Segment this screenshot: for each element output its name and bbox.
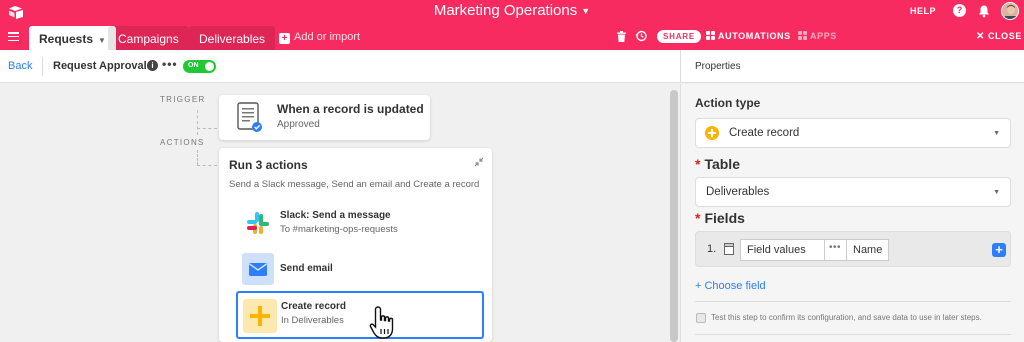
action-title: Send email [280, 263, 333, 274]
base-title-text: Marketing Operations [433, 2, 578, 19]
trigger-card[interactable]: When a record is updated Approved [219, 95, 430, 140]
action-subtitle: To #marketing-ops-requests [280, 224, 398, 235]
required-asterisk: * [695, 210, 701, 226]
divider [695, 301, 1011, 302]
chevron-down-icon: ▼ [581, 6, 591, 17]
trash-icon[interactable] [617, 31, 626, 42]
history-icon[interactable] [635, 30, 647, 42]
connector-line [197, 150, 198, 165]
action-title: Create record [281, 301, 347, 312]
base-title[interactable]: Marketing Operations ▼ [0, 2, 1024, 19]
plus-circle-icon [705, 126, 719, 140]
chevron-down-icon: ▼ [993, 189, 1000, 196]
automations-icon [706, 31, 715, 40]
automation-name[interactable]: Request Approvals [53, 60, 153, 72]
table-label-text: Table [704, 156, 740, 172]
tab-campaigns[interactable]: Campaigns [108, 26, 189, 50]
collapse-icon[interactable] [474, 157, 484, 167]
action-type-select[interactable]: Create record ▼ [695, 118, 1011, 148]
fields-label-text: Fields [704, 210, 745, 226]
user-avatar[interactable] [1001, 2, 1019, 20]
test-step-text: Test this step to confirm its configurat… [711, 313, 982, 322]
actions-section-label: ACTIONS [160, 138, 205, 147]
more-options-icon[interactable]: ••• [162, 57, 178, 71]
add-value-button[interactable]: + [992, 243, 1006, 257]
connector-line [197, 110, 198, 135]
properties-title: Properties [695, 61, 741, 72]
chevron-down-icon[interactable]: ▼ [98, 36, 106, 45]
actions-group-card[interactable]: Run 3 actions Send a Slack message, Send… [219, 148, 492, 342]
toggle-knob [205, 62, 214, 71]
test-checkbox[interactable] [696, 313, 706, 323]
tab-label: Requests [39, 32, 94, 46]
bell-icon[interactable] [977, 4, 991, 18]
create-record-icon-box [243, 299, 277, 333]
toggle-label: ON [188, 62, 199, 69]
action-type-value: Create record [729, 127, 800, 139]
plus-icon [250, 306, 270, 326]
apps-label: APPS [810, 31, 837, 41]
top-bar: Marketing Operations ▼ HELP ? [0, 0, 1024, 24]
email-icon-box [242, 253, 274, 285]
field-row: 1. Field values ••• Name + [695, 231, 1011, 267]
automation-toolbar: Back Request Approvals i ••• ON [0, 50, 680, 83]
connector-line [197, 128, 217, 129]
share-button[interactable]: SHARE [657, 30, 702, 43]
slack-icon [247, 212, 269, 234]
hand-pointer-cursor-icon [369, 306, 394, 339]
apps-button[interactable]: APPS [798, 31, 837, 41]
tab-deliverables[interactable]: Deliverables [189, 26, 276, 50]
properties-header: Properties [680, 50, 1024, 83]
table-tab-bar: Requests ▼ Campaigns Deliverables + Add or… [0, 24, 1024, 50]
action-item-send-email[interactable]: Send email [237, 248, 481, 290]
required-asterisk: * [695, 156, 701, 172]
field-index: 1. [707, 243, 717, 255]
automations-label: AUTOMATIONS [718, 31, 791, 41]
trigger-subtitle: Approved [277, 119, 320, 130]
tab-requests[interactable]: Requests ▼ [29, 26, 116, 50]
tab-label: Campaigns [118, 32, 179, 46]
action-item-slack[interactable]: Slack: Send a message To #marketing-ops-… [237, 202, 481, 244]
email-icon [249, 263, 267, 276]
action-title: Slack: Send a message [280, 210, 391, 221]
hamburger-menu-icon[interactable] [8, 32, 19, 42]
properties-panel: Action type Create record ▼ * Table Deliv… [680, 84, 1024, 342]
record-updated-icon [237, 102, 262, 132]
action-item-create-record[interactable]: Create record In Deliverables [236, 291, 484, 339]
actions-group-title: Run 3 actions [229, 158, 308, 172]
canvas-scrollbar[interactable] [670, 90, 678, 342]
field-type-icon [724, 243, 734, 255]
close-icon: ✕ [976, 31, 985, 42]
trigger-title: When a record is updated [277, 102, 424, 116]
add-or-import-label: Add or import [294, 31, 361, 43]
actions-group-description: Send a Slack message, Send an email and … [229, 179, 480, 190]
more-options-icon[interactable]: ••• [824, 239, 847, 261]
table-select[interactable]: Deliverables ▼ [695, 177, 1011, 207]
field-values-chip[interactable]: Field values [740, 239, 825, 261]
table-value: Deliverables [706, 186, 770, 198]
fields-label: * Fields [695, 210, 745, 226]
divider [695, 334, 1011, 335]
chevron-down-icon: ▼ [993, 130, 1000, 137]
table-label: * Table [695, 156, 740, 172]
field-value-chip[interactable]: Name [846, 239, 889, 261]
close-label: CLOSE [987, 31, 1022, 41]
automations-button[interactable]: AUTOMATIONS [706, 31, 791, 41]
back-button[interactable]: Back [8, 60, 32, 72]
choose-field-button[interactable]: + Choose field [695, 280, 766, 292]
apps-icon [798, 31, 807, 40]
action-subtitle: In Deliverables [281, 315, 344, 326]
plus-icon: + [279, 33, 290, 44]
add-or-import-button[interactable]: + Add or import [279, 31, 360, 44]
help-icon[interactable]: ? [953, 4, 966, 17]
trigger-section-label: TRIGGER [160, 95, 206, 104]
automation-toggle[interactable]: ON [183, 60, 216, 73]
connector-line [197, 165, 217, 166]
info-icon[interactable]: i [147, 60, 158, 71]
help-link[interactable]: HELP [910, 6, 936, 16]
close-button[interactable]: ✕ CLOSE [976, 31, 1022, 42]
action-type-label: Action type [695, 96, 761, 110]
tab-label: Deliverables [199, 32, 266, 46]
divider [42, 57, 43, 76]
